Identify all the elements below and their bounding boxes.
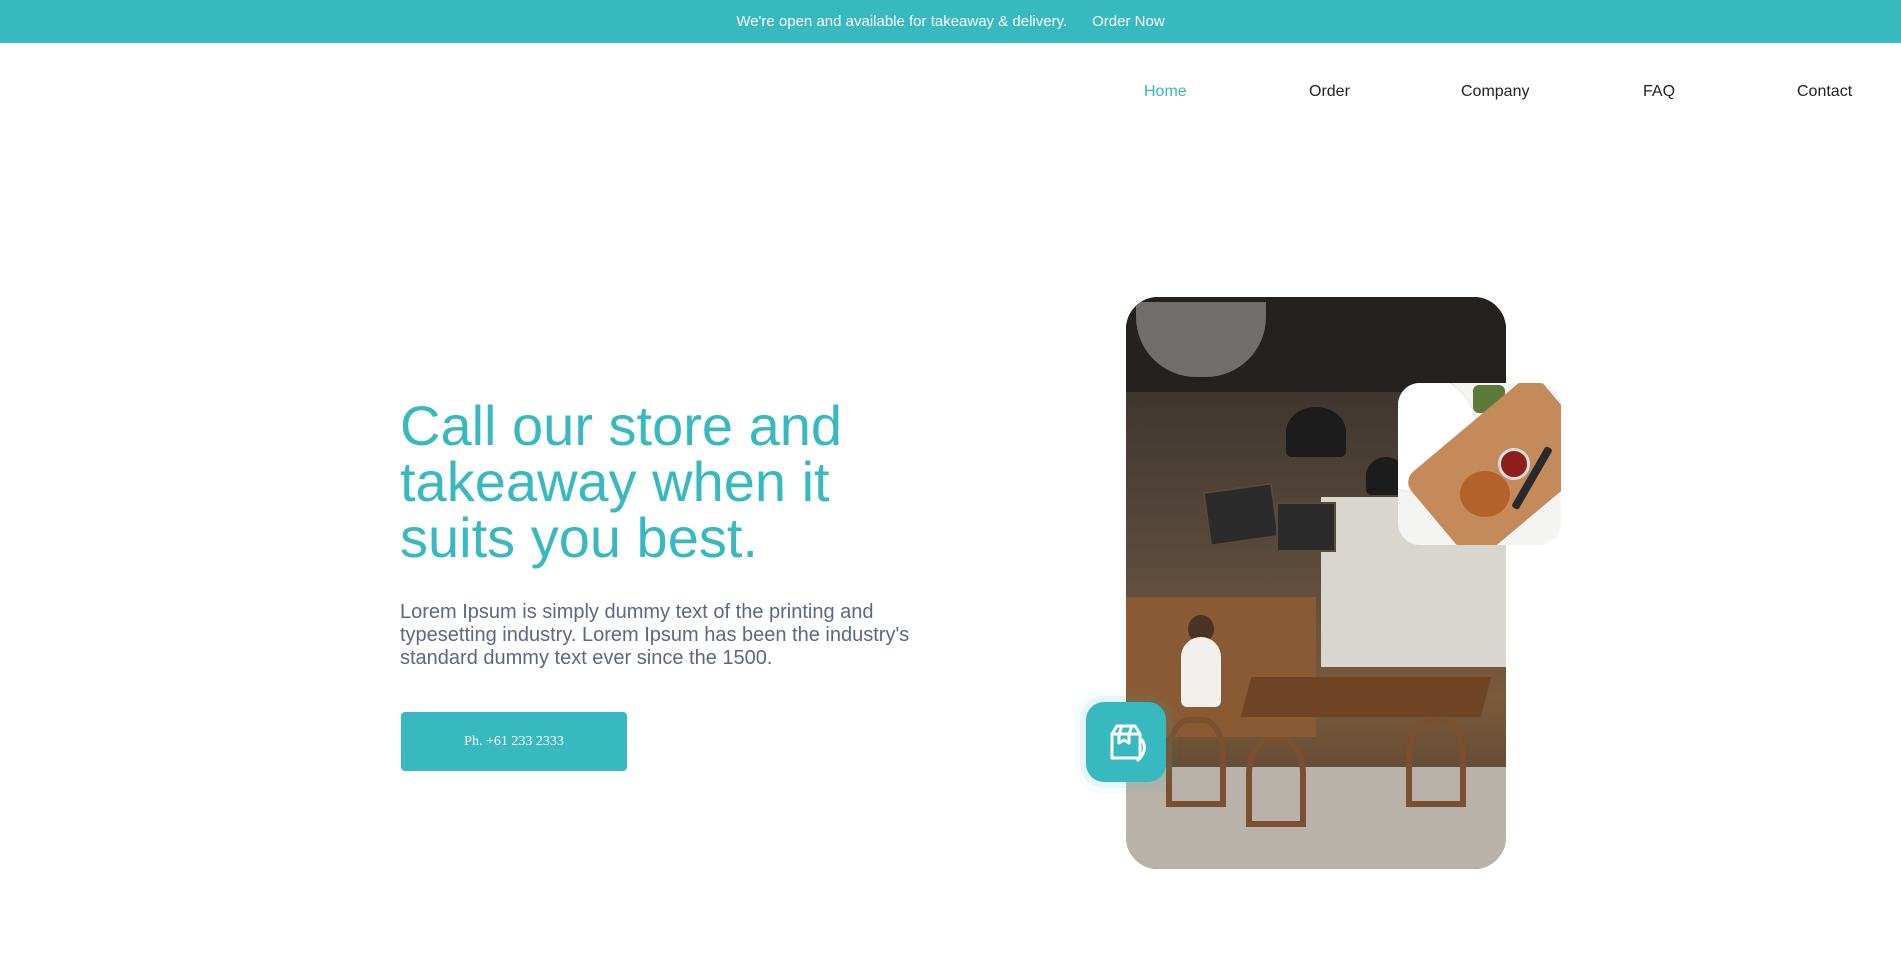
hero-description: Lorem Ipsum is simply dummy text of the …	[400, 601, 910, 669]
main-nav: Home Order Company FAQ Contact	[0, 83, 1901, 105]
sauce-bowl	[1498, 448, 1530, 480]
delivery-badge[interactable]	[1086, 702, 1166, 782]
hero-title: Call our store and takeaway when it suit…	[400, 394, 843, 569]
nav-item-home[interactable]: Home	[1144, 83, 1187, 101]
order-now-link[interactable]: Order Now	[1092, 13, 1165, 30]
burger	[1460, 471, 1510, 517]
nav-item-faq[interactable]: FAQ	[1643, 83, 1675, 101]
nav-item-contact[interactable]: Contact	[1797, 83, 1852, 101]
wooden-table	[1240, 677, 1492, 717]
wooden-chair	[1246, 737, 1306, 827]
chalkboard-menu	[1202, 482, 1280, 547]
delivery-box-icon	[1110, 724, 1146, 762]
announcement-bar: We're open and available for takeaway & …	[0, 0, 1901, 43]
phone-call-button[interactable]: Ph. +61 233 2333	[401, 712, 627, 771]
announcement-message: We're open and available for takeaway & …	[736, 13, 1068, 30]
customer-figure	[1181, 637, 1221, 707]
pendant-lamp	[1286, 407, 1346, 457]
wooden-chair	[1406, 717, 1466, 807]
chalkboard-menu	[1276, 502, 1336, 552]
nav-item-order[interactable]: Order	[1309, 83, 1350, 101]
nav-item-company[interactable]: Company	[1461, 83, 1529, 101]
wooden-chair	[1166, 717, 1226, 807]
burger-photo	[1398, 383, 1561, 545]
